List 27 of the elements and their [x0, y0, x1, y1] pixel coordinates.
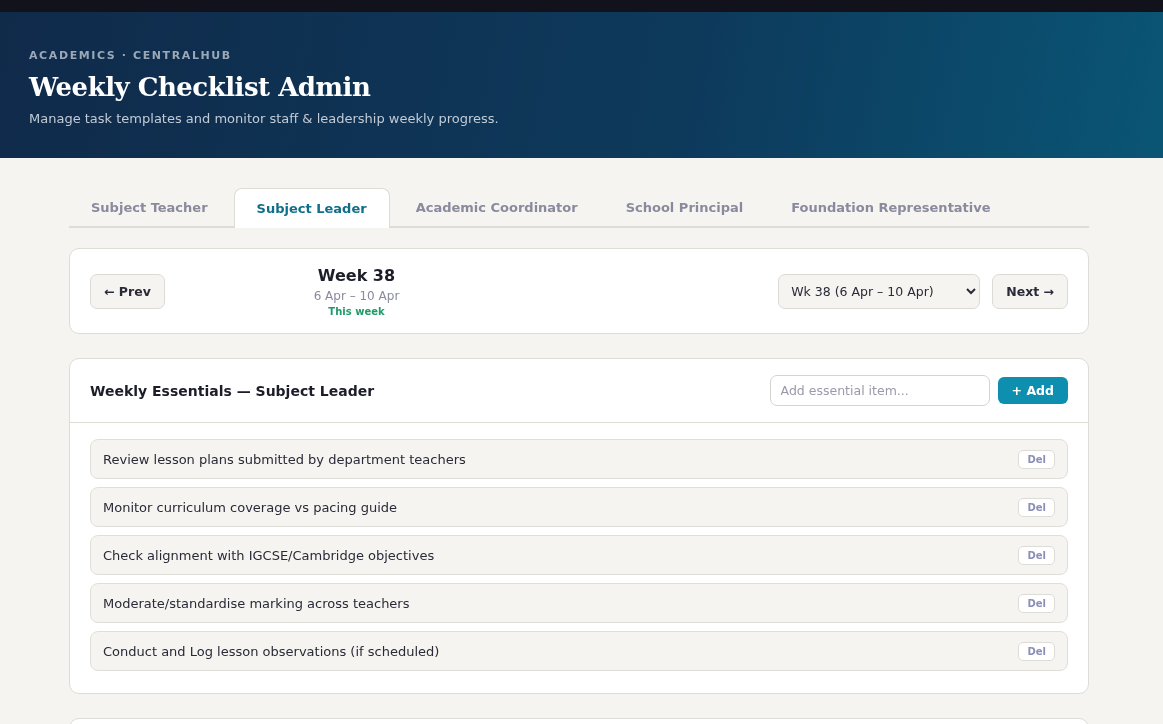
- role-tab[interactable]: Subject Leader: [233, 188, 390, 228]
- section-title: Weekly Essentials — Subject Leader: [90, 382, 376, 399]
- item-text: Conduct and Log lesson observations (if scheduled): [103, 643, 440, 659]
- delete-button[interactable]: Del: [1018, 449, 1055, 469]
- role-tab[interactable]: Academic Coordinator: [393, 188, 600, 226]
- breadcrumb-label: ACADEMICS · CENTRALHUB: [29, 49, 233, 62]
- delete-button[interactable]: Del: [1018, 545, 1055, 565]
- week-range: 6 Apr – 10 Apr: [313, 288, 400, 303]
- page-title: Weekly Checklist Admin: [29, 72, 372, 102]
- role-tab[interactable]: School Principal: [603, 188, 766, 226]
- delete-button[interactable]: Del: [1018, 593, 1055, 613]
- prev-button[interactable]: ← Prev: [90, 273, 165, 309]
- next-button[interactable]: Next →: [992, 273, 1068, 309]
- delete-button[interactable]: Del: [1018, 497, 1055, 517]
- week-title: Week 38: [317, 265, 396, 285]
- role-tab[interactable]: Foundation Representative: [769, 188, 1013, 226]
- item-text: Review lesson plans submitted by department teachers: [103, 451, 466, 467]
- delete-button[interactable]: Del: [1018, 641, 1055, 661]
- week-select[interactable]: Wk 38 (6 Apr – 10 Apr): [778, 273, 981, 309]
- add-item-field[interactable]: Add essential item...: [769, 375, 990, 406]
- item-text: Moderate/standardise marking across teachers: [103, 595, 410, 611]
- item-text: Monitor curriculum coverage vs pacing guide: [103, 499, 398, 515]
- role-tab[interactable]: Subject Teacher: [69, 188, 230, 226]
- current-week-label: This week: [328, 305, 385, 317]
- item-text: Check alignment with IGCSE/Cambridge objectives: [103, 547, 435, 563]
- add-button[interactable]: + Add: [997, 377, 1068, 404]
- page-subtitle: Manage task templates and monitor staff & leadership weekly progress.: [29, 111, 500, 126]
